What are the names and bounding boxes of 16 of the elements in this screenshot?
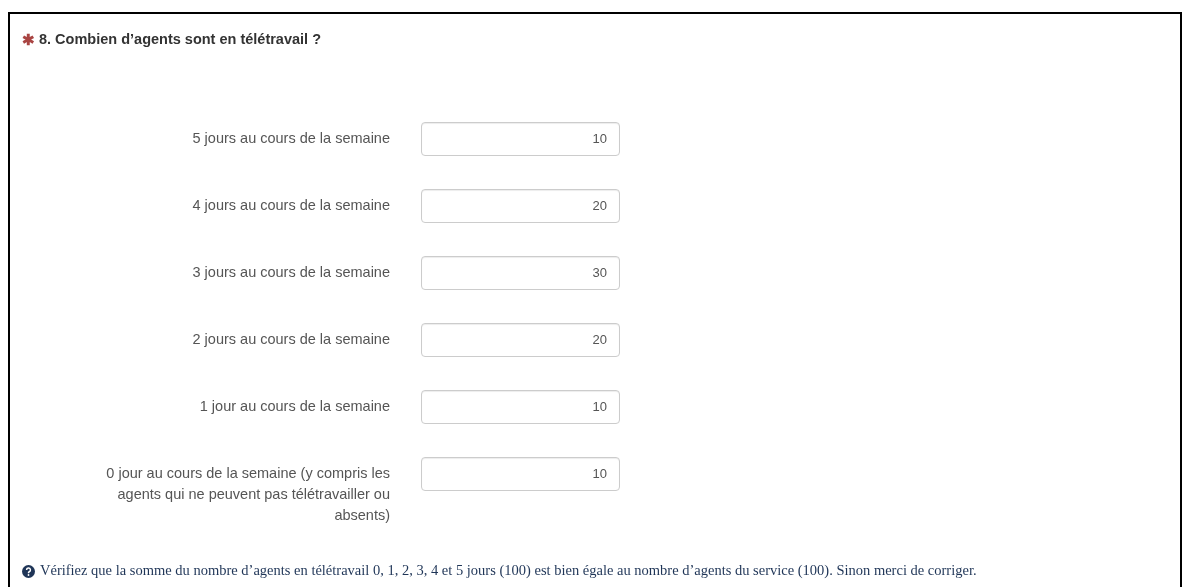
number-input[interactable]: 20 bbox=[421, 322, 620, 357]
row-label: 0 jour au cours de la semaine (y compris les agents qui ne peuvent pas télétravailler ou absents) bbox=[105, 463, 390, 525]
question-title: 8. Combien d’agents sont en télétravail ? bbox=[39, 30, 321, 50]
number-input[interactable]: 30 bbox=[421, 255, 620, 290]
hint-text: Vérifiez que la somme du nombre d’agents en télétravail 0, 1, 2, 3, 4 et 5 jours (100) est bien égale au nombre d’agents du service (100). Sinon merci de corriger. bbox=[40, 561, 977, 581]
number-input[interactable]: 10 bbox=[421, 456, 620, 491]
row-label: 3 jours au cours de la semaine bbox=[191, 262, 390, 282]
number-input[interactable]: 20 bbox=[421, 188, 620, 223]
number-input[interactable]: 10 bbox=[421, 389, 620, 424]
help-icon bbox=[22, 564, 35, 578]
row-label: 2 jours au cours de la semaine bbox=[191, 329, 390, 349]
row-label: 4 jours au cours de la semaine bbox=[191, 195, 390, 215]
number-input[interactable]: 10 bbox=[421, 121, 620, 156]
row-label: 5 jours au cours de la semaine bbox=[191, 128, 390, 148]
row-label: 1 jour au cours de la semaine bbox=[198, 396, 390, 416]
required-mark: ✱ bbox=[22, 30, 35, 50]
